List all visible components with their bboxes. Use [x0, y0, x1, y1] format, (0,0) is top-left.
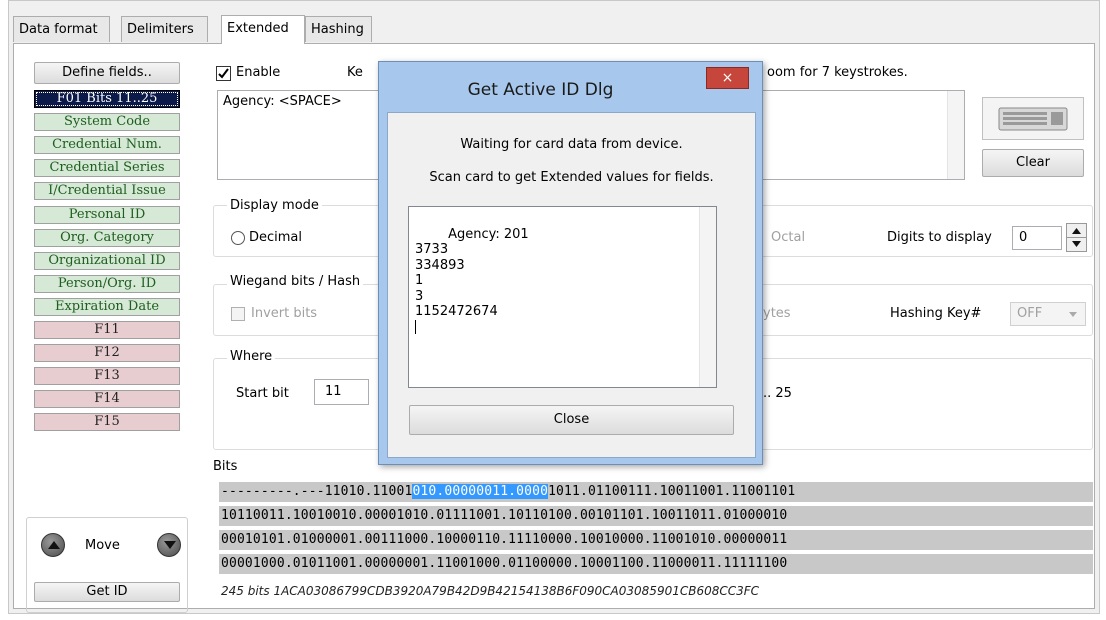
- tab-label: Hashing: [311, 22, 364, 37]
- bits-text: ---------.---11010.11001: [221, 484, 413, 499]
- field-item[interactable]: System Code: [34, 113, 180, 132]
- field-item[interactable]: Organizational ID: [34, 251, 180, 270]
- tab-delimiters[interactable]: Delimiters: [121, 16, 208, 42]
- bits-summary: 245 bits 1ACA03086799CDB3920A79B42D9B421…: [221, 584, 760, 598]
- field-item[interactable]: I/Credential Issue: [34, 182, 180, 201]
- define-fields-button[interactable]: Define fields..: [34, 62, 180, 84]
- keystrokes-label: Ke: [347, 65, 363, 80]
- field-item[interactable]: F14: [34, 390, 180, 409]
- bits-display: ---------.---11010.11001010.00000011.000…: [219, 482, 1093, 580]
- close-icon: ×: [721, 70, 734, 86]
- keyboard-button[interactable]: [982, 97, 1084, 140]
- bits-row: 00001000.01011001.00000001.11001000.0110…: [219, 554, 1093, 574]
- hashing-key-select[interactable]: OFF: [1010, 302, 1086, 326]
- tab-data-format[interactable]: Data format: [13, 16, 110, 42]
- start-bit-input[interactable]: 11: [314, 379, 369, 405]
- invert-bits-label: Invert bits: [251, 306, 318, 321]
- field-item[interactable]: Credential Num.: [34, 136, 180, 155]
- dialog-status-line: Waiting for card data from device.: [460, 137, 683, 152]
- get-id-button[interactable]: Get ID: [34, 582, 180, 602]
- spinner-arrows-icon: [1067, 228, 1086, 247]
- bits-text: 00010101.01000001.00111000.10000110.1111…: [221, 532, 788, 547]
- chevron-down-icon: [1069, 312, 1077, 317]
- field-item[interactable]: F15: [34, 413, 180, 432]
- bits-text: 00001000.01011001.00000001.11001000.0110…: [221, 556, 788, 571]
- tab-label: Extended: [227, 21, 289, 36]
- bits-row: 00010101.01000001.00111000.10000110.1111…: [219, 530, 1093, 550]
- bits-row: ---------.---11010.11001010.00000011.000…: [219, 482, 1093, 502]
- field-item[interactable]: F13: [34, 367, 180, 386]
- field-item[interactable]: Expiration Date: [34, 297, 180, 316]
- wiegand-title: Wiegand bits / Hash: [227, 274, 364, 289]
- invert-bits-checkbox[interactable]: [231, 307, 245, 321]
- app-window: Data format Delimiters Extended Hashing …: [8, 0, 1100, 614]
- move-up-button[interactable]: [41, 533, 65, 557]
- checkmark-icon: [218, 68, 229, 79]
- dialog-title: Get Active ID Dlg: [467, 80, 614, 100]
- display-mode-title: Display mode: [227, 198, 322, 213]
- decimal-radio[interactable]: [231, 231, 245, 245]
- start-bit-label: Start bit: [236, 386, 289, 401]
- clear-button[interactable]: Clear: [982, 149, 1084, 177]
- digits-label: Digits to display: [887, 230, 992, 245]
- digits-value: 0: [1019, 230, 1028, 245]
- card-data-text: Agency: 201 3733 334893 1 3 1152472674: [415, 226, 529, 320]
- start-bit-value: 11: [325, 384, 342, 399]
- bits-text: 1011.01100111.10011001.11001101: [548, 484, 796, 499]
- move-label: Move: [85, 538, 120, 553]
- bits-highlight: 010.00000011.0000: [412, 484, 549, 499]
- octal-label: Octal: [771, 230, 806, 245]
- field-item[interactable]: F01 Bits 11..25: [34, 90, 180, 108]
- bytes-label: ytes: [763, 306, 791, 321]
- field-item[interactable]: F12: [34, 344, 180, 363]
- field-item[interactable]: Credential Series: [34, 159, 180, 178]
- field-item[interactable]: F11: [34, 321, 180, 339]
- digits-spinner[interactable]: [1066, 223, 1087, 252]
- bits-text: 10110011.10010010.00001010.01111001.1011…: [221, 508, 788, 523]
- tab-extended[interactable]: Extended: [221, 15, 305, 44]
- triangle-up-icon: [48, 541, 60, 549]
- dialog-close-action-button[interactable]: Close: [409, 405, 734, 435]
- enable-label: Enable: [236, 65, 281, 80]
- tab-label: Delimiters: [127, 22, 194, 37]
- enable-checkbox[interactable]: [216, 66, 231, 81]
- digits-input[interactable]: 0: [1012, 226, 1062, 250]
- bits-row: 10110011.10010010.00001010.01111001.1011…: [219, 506, 1093, 526]
- card-data-output[interactable]: Agency: 201 3733 334893 1 3 1152472674: [408, 206, 717, 388]
- get-active-id-dialog: Get Active ID Dlg × Waiting for card dat…: [378, 61, 763, 465]
- dialog-body: Waiting for card data from device. Scan …: [387, 112, 756, 458]
- dialog-close-button[interactable]: ×: [706, 67, 749, 89]
- room-info-label: oom for 7 keystrokes.: [767, 65, 908, 80]
- extended-format-text: Agency: <SPACE>: [223, 94, 342, 109]
- decimal-label: Decimal: [249, 230, 303, 245]
- dialog-instruction-line: Scan card to get Extended values for fie…: [429, 170, 714, 185]
- scrollbar[interactable]: [699, 207, 716, 387]
- hashing-key-value: OFF: [1017, 306, 1043, 321]
- range-end-label: .. 25: [763, 386, 792, 401]
- field-item[interactable]: Person/Org. ID: [34, 274, 180, 293]
- tab-label: Data format: [19, 22, 98, 37]
- bits-title: Bits: [213, 459, 238, 474]
- text-caret: [415, 320, 416, 334]
- keyboard-icon: [998, 107, 1068, 131]
- triangle-down-icon: [164, 541, 176, 549]
- where-title: Where: [227, 349, 276, 364]
- field-item[interactable]: Org. Category: [34, 228, 180, 247]
- field-item[interactable]: Personal ID: [34, 205, 180, 224]
- hashing-key-label: Hashing Key#: [890, 306, 982, 321]
- scrollbar[interactable]: [947, 91, 964, 179]
- tab-hashing[interactable]: Hashing: [305, 16, 372, 42]
- move-down-button[interactable]: [157, 533, 181, 557]
